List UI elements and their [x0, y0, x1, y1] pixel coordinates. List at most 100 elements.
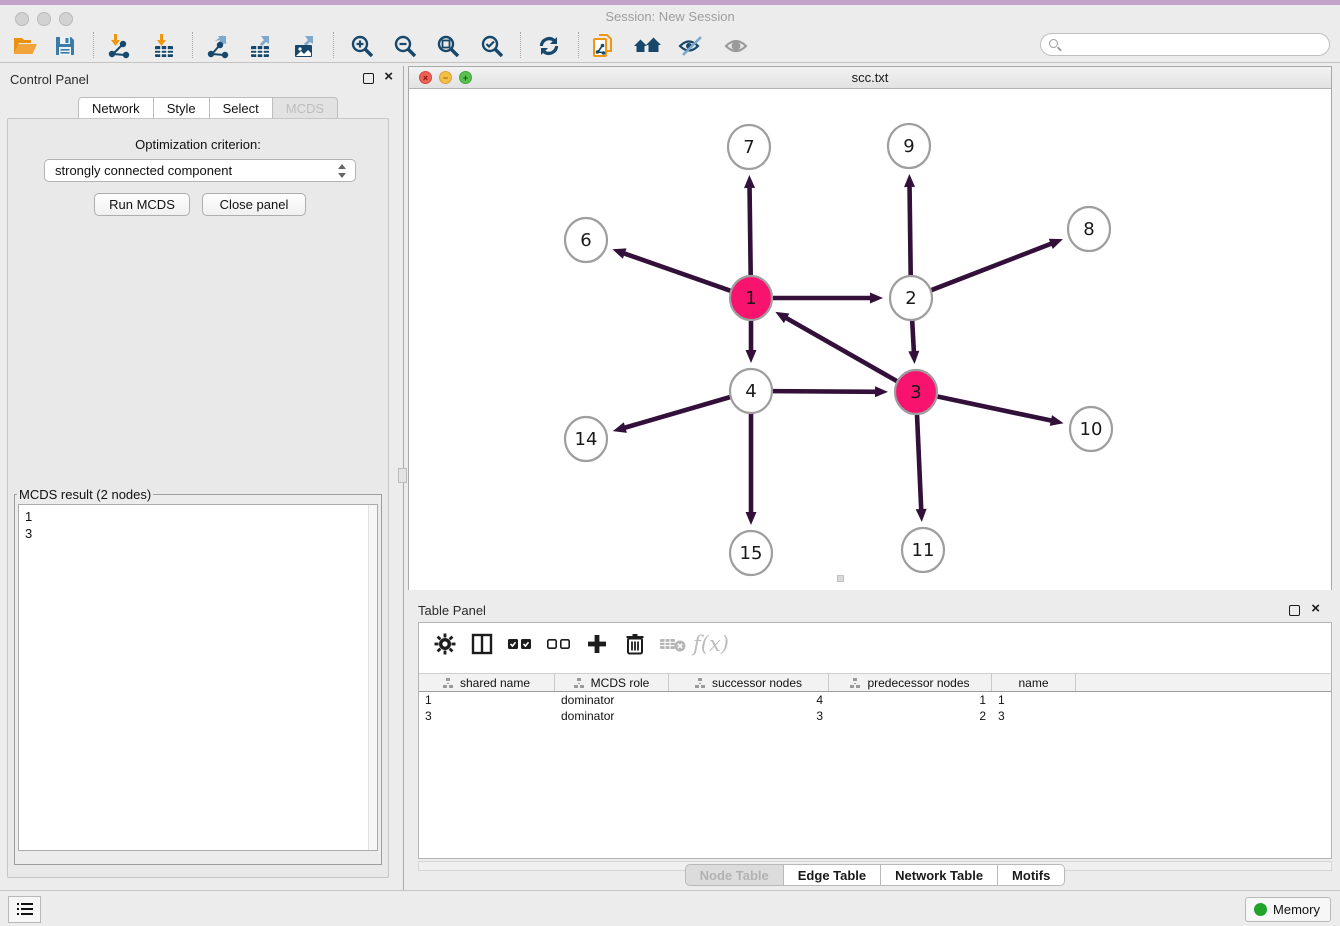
- list-icon: [17, 903, 33, 916]
- edge-arrowhead: [746, 350, 757, 363]
- graph-node-label: 8: [1083, 219, 1094, 240]
- edge-arrowhead: [916, 509, 927, 522]
- edge-2-8[interactable]: [932, 243, 1053, 290]
- float-table-panel-icon[interactable]: [1289, 605, 1300, 616]
- tab-select[interactable]: Select: [209, 97, 272, 119]
- graph-node-label: 3: [910, 382, 921, 403]
- close-panel-button[interactable]: Close panel: [202, 193, 306, 216]
- divider-grip[interactable]: [398, 468, 407, 483]
- open-file-icon[interactable]: [6, 31, 44, 60]
- export-image-icon[interactable]: [285, 31, 323, 60]
- column-label: successor nodes: [712, 676, 802, 690]
- network-graph[interactable]: 7968124314101511: [409, 89, 1331, 590]
- show-graphics-details-icon[interactable]: [717, 31, 755, 60]
- toolbar-separator: [192, 32, 193, 58]
- table-cell[interactable]: 3: [992, 708, 1076, 724]
- clone-network-icon[interactable]: [585, 31, 623, 60]
- tab-edge-table[interactable]: Edge Table: [783, 864, 880, 886]
- edge-3-11[interactable]: [917, 414, 921, 511]
- edge-3-10[interactable]: [938, 397, 1053, 421]
- table-cell[interactable]: dominator: [555, 708, 669, 724]
- search-input[interactable]: [1040, 33, 1330, 56]
- memory-button[interactable]: Memory: [1245, 897, 1331, 922]
- optimization-criterion-select[interactable]: strongly connected component: [44, 159, 356, 182]
- table-cell[interactable]: 1: [419, 692, 555, 708]
- table-row[interactable]: 1dominator411: [419, 692, 1331, 708]
- column-label: name: [1018, 676, 1048, 690]
- tab-mcds[interactable]: MCDS: [272, 97, 338, 119]
- column-header-shared-name[interactable]: shared name: [419, 674, 555, 691]
- delete-table-icon[interactable]: [657, 629, 689, 659]
- edge-4-3[interactable]: [773, 391, 877, 392]
- edge-1-6[interactable]: [623, 253, 730, 291]
- table-cell[interactable]: 3: [669, 708, 829, 724]
- control-panel-header: Control Panel ×: [0, 66, 404, 94]
- table-cell[interactable]: 4: [669, 692, 829, 708]
- table-body[interactable]: 1dominator4113dominator323: [419, 692, 1331, 724]
- column-header-name[interactable]: name: [992, 674, 1076, 691]
- zoom-selected-icon[interactable]: [473, 31, 511, 60]
- deselect-all-icon[interactable]: [543, 629, 575, 659]
- search-icon: [1049, 39, 1058, 48]
- edge-4-14[interactable]: [623, 397, 729, 428]
- add-column-icon[interactable]: [581, 629, 613, 659]
- import-table-icon[interactable]: [145, 31, 183, 60]
- result-scrollbar[interactable]: [368, 505, 377, 850]
- edge-3-1[interactable]: [785, 317, 897, 381]
- edge-2-9[interactable]: [910, 185, 911, 276]
- graph-node-label: 7: [743, 137, 754, 158]
- run-mcds-button[interactable]: Run MCDS: [94, 193, 190, 216]
- export-table-icon[interactable]: [241, 31, 279, 60]
- table-cell[interactable]: 1: [829, 692, 992, 708]
- column-label: predecessor nodes: [867, 676, 969, 690]
- home-view-icon[interactable]: [629, 31, 667, 60]
- tab-motifs[interactable]: Motifs: [997, 864, 1065, 886]
- select-all-icon[interactable]: [504, 629, 536, 659]
- column-header-predecessor-nodes[interactable]: predecessor nodes: [829, 674, 992, 691]
- mcds-result-text[interactable]: 1 3: [18, 504, 378, 851]
- close-table-panel-icon[interactable]: ×: [1311, 600, 1320, 617]
- refresh-icon[interactable]: [530, 31, 568, 60]
- close-panel-icon[interactable]: ×: [384, 68, 393, 85]
- settings-gear-icon[interactable]: [429, 629, 461, 659]
- save-session-icon[interactable]: [46, 31, 84, 60]
- zoom-in-icon[interactable]: [343, 31, 381, 60]
- split-view-icon[interactable]: [466, 629, 498, 659]
- task-history-button[interactable]: [8, 896, 41, 923]
- window-title: Session: New Session: [0, 9, 1340, 24]
- tab-style[interactable]: Style: [153, 97, 209, 119]
- fx-label: f(x): [693, 632, 729, 656]
- hide-graphics-details-icon[interactable]: [672, 31, 710, 60]
- mcds-tab-content: Optimization criterion: strongly connect…: [7, 118, 389, 878]
- network-canvas[interactable]: 7968124314101511: [409, 89, 1331, 590]
- graph-node-label: 15: [740, 543, 763, 564]
- tab-network-table[interactable]: Network Table: [880, 864, 997, 886]
- delete-column-icon[interactable]: [619, 629, 651, 659]
- edge-arrowhead: [613, 422, 627, 433]
- table-cell[interactable]: 3: [419, 708, 555, 724]
- edge-arrowhead: [744, 175, 755, 188]
- column-header-successor-nodes[interactable]: successor nodes: [669, 674, 829, 691]
- table-cell[interactable]: 2: [829, 708, 992, 724]
- canvas-grip[interactable]: [837, 575, 844, 582]
- tab-node-table[interactable]: Node Table: [685, 864, 783, 886]
- edge-arrowhead: [746, 512, 757, 525]
- memory-status-icon: [1254, 903, 1267, 916]
- float-panel-icon[interactable]: [363, 73, 374, 84]
- graph-node-label: 14: [575, 429, 598, 450]
- table-row[interactable]: 3dominator323: [419, 708, 1331, 724]
- edge-arrowhead: [904, 174, 915, 187]
- column-header-MCDS-role[interactable]: MCDS role: [555, 674, 669, 691]
- table-header-row[interactable]: shared nameMCDS role successor nodes prede…: [419, 673, 1331, 692]
- edge-2-3[interactable]: [912, 320, 914, 353]
- export-network-icon[interactable]: [198, 31, 236, 60]
- node-table[interactable]: shared nameMCDS role successor nodes prede…: [419, 673, 1331, 724]
- tab-network[interactable]: Network: [78, 97, 153, 119]
- edge-1-7[interactable]: [750, 186, 751, 276]
- import-network-icon[interactable]: [99, 31, 137, 60]
- zoom-fit-icon[interactable]: [429, 31, 467, 60]
- zoom-out-icon[interactable]: [386, 31, 424, 60]
- table-cell[interactable]: 1: [992, 692, 1076, 708]
- table-cell[interactable]: dominator: [555, 692, 669, 708]
- optimization-criterion-label: Optimization criterion:: [8, 137, 388, 152]
